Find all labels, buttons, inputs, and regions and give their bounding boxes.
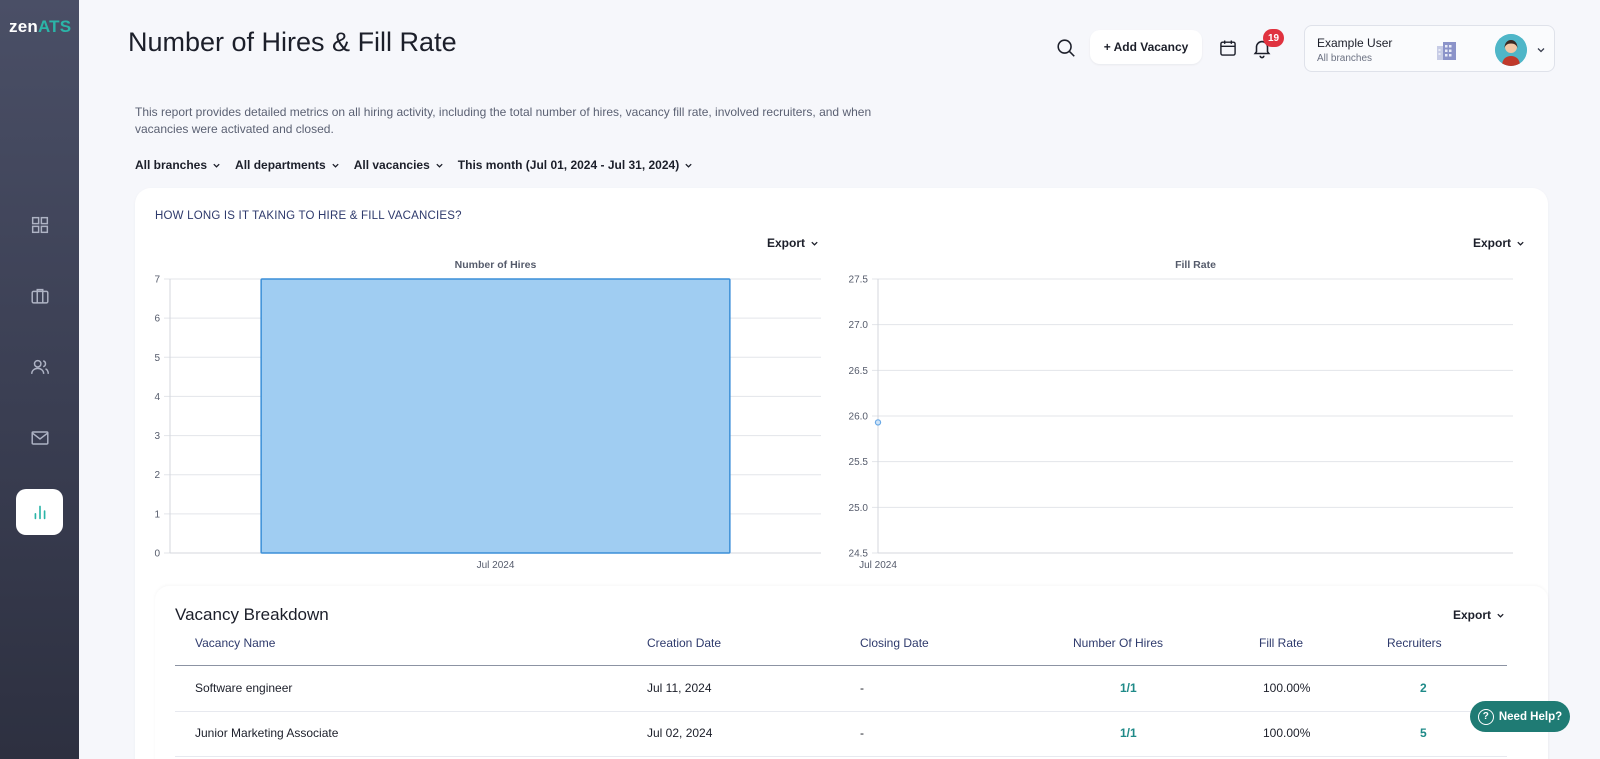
y-tick-label: 27.0 — [849, 320, 869, 331]
filter-bar: All branches All departments All vacanci… — [135, 158, 693, 172]
column-recruiters[interactable]: Recruiters — [1387, 636, 1442, 650]
chevron-down-icon — [811, 241, 818, 246]
y-tick-label: 4 — [154, 392, 160, 403]
bar-chart-icon — [34, 505, 45, 520]
y-tick-label: 24.5 — [849, 549, 869, 560]
y-tick-label: 26.5 — [849, 366, 869, 377]
data-point — [874, 419, 882, 426]
card-question: HOW LONG IS IT TAKING TO HIRE & FILL VAC… — [155, 210, 462, 222]
y-tick-label: 26.0 — [849, 412, 869, 423]
chevron-down-icon — [1497, 613, 1504, 618]
sidebar-item-dashboard[interactable] — [16, 202, 63, 248]
breakdown-title: Vacancy Breakdown — [175, 605, 329, 624]
creation-date: Jul 11, 2024 — [647, 681, 712, 695]
table-header: Vacancy Name Creation Date Closing Date … — [175, 636, 1507, 666]
calendar-icon[interactable] — [1218, 38, 1238, 58]
table-row[interactable]: Software engineer Jul 11, 2024 - 1/1 100… — [175, 667, 1507, 712]
vacancy-name[interactable]: Software engineer — [195, 681, 292, 695]
sidebar-item-reports[interactable] — [16, 489, 63, 535]
search-icon[interactable] — [1055, 37, 1077, 59]
chevron-down-icon — [213, 163, 220, 168]
export-fill-rate-button[interactable]: Export — [1473, 236, 1525, 250]
table-row[interactable]: Junior Marketing Associate Jul 02, 2024 … — [175, 712, 1507, 757]
chevron-down-icon — [332, 163, 339, 168]
page-title: Number of Hires & Fill Rate — [128, 27, 457, 57]
chevron-down-icon — [1537, 48, 1545, 53]
creation-date: Jul 02, 2024 — [647, 726, 713, 740]
column-vacancy-name[interactable]: Vacancy Name — [195, 636, 275, 650]
y-tick-label: 5 — [154, 353, 160, 364]
sidebar-item-candidates[interactable] — [16, 344, 63, 390]
fill-rate-value: 100.00% — [1263, 726, 1311, 740]
filter-branches[interactable]: All branches — [135, 158, 221, 172]
report-description: This report provides detailed metrics on… — [135, 105, 872, 136]
add-vacancy-button[interactable]: + Add Vacancy — [1090, 30, 1202, 64]
recruiters-link[interactable]: 2 — [1420, 681, 1427, 695]
column-fill-rate[interactable]: Fill Rate — [1259, 636, 1303, 650]
fill-rate-line-chart: Fill Rate 24.5 25.0 25.5 26.0 26.5 27.0 27.5 Jul… — [849, 259, 1513, 571]
y-tick-label: 6 — [154, 314, 160, 325]
export-breakdown-button[interactable]: Export — [1453, 608, 1505, 622]
chevron-down-icon — [685, 163, 692, 168]
x-tick-label: Jul 2024 — [859, 560, 897, 571]
export-hires-button[interactable]: Export — [767, 236, 819, 250]
y-tick-label: 25.0 — [849, 503, 869, 514]
app-logo[interactable]: zenATS — [9, 17, 71, 37]
recruiters-link[interactable]: 5 — [1420, 726, 1427, 740]
hires-link[interactable]: 1/1 — [1120, 726, 1137, 740]
sidebar-item-vacancies[interactable] — [16, 273, 63, 319]
x-tick-label: Jul 2024 — [477, 560, 515, 571]
sidebar-item-messages[interactable] — [16, 415, 63, 461]
hires-link[interactable]: 1/1 — [1120, 681, 1137, 695]
filter-vacancies[interactable]: All vacancies — [354, 158, 444, 172]
users-icon — [30, 359, 49, 374]
briefcase-icon — [30, 288, 49, 304]
closing-date: - — [860, 681, 864, 695]
y-tick-label: 7 — [154, 275, 160, 286]
vacancy-name[interactable]: Junior Marketing Associate — [195, 726, 338, 740]
y-tick-label: 25.5 — [849, 457, 869, 468]
user-scope: All branches — [1317, 53, 1373, 64]
building-icon — [1437, 42, 1456, 60]
column-creation-date[interactable]: Creation Date — [647, 636, 721, 650]
column-number-of-hires[interactable]: Number Of Hires — [1073, 636, 1163, 650]
filter-departments[interactable]: All departments — [235, 158, 340, 172]
user-menu[interactable]: Example User All branches — [1304, 25, 1555, 72]
user-name: Example User — [1317, 36, 1393, 50]
column-closing-date[interactable]: Closing Date — [860, 636, 929, 650]
need-help-button[interactable]: ? Need Help? — [1470, 701, 1570, 732]
avatar — [1495, 34, 1527, 66]
help-icon: ? — [1477, 708, 1494, 725]
y-tick-label: 1 — [154, 509, 160, 520]
notification-badge: 19 — [1263, 29, 1284, 47]
filter-date-range[interactable]: This month (Jul 01, 2024 - Jul 31, 2024) — [458, 158, 693, 172]
bar — [260, 278, 731, 554]
vacancy-breakdown: Vacancy Breakdown Export Vacancy Name Cr… — [155, 586, 1548, 759]
fill-rate-value: 100.00% — [1263, 681, 1311, 695]
y-tick-label: 3 — [154, 431, 160, 442]
closing-date: - — [860, 726, 864, 740]
dashboard-icon — [31, 216, 48, 234]
chevron-down-icon — [436, 163, 443, 168]
chart-title: Number of Hires — [455, 259, 537, 271]
chart-title: Fill Rate — [1175, 259, 1216, 271]
y-tick-label: 27.5 — [849, 275, 869, 286]
sidebar: zenATS — [0, 0, 79, 759]
y-tick-label: 2 — [154, 470, 160, 481]
chevron-down-icon — [1517, 241, 1524, 246]
mail-icon — [30, 431, 49, 445]
hires-bar-chart: Number of Hires 0 1 2 3 4 5 6 7 Jul 2024 — [154, 259, 821, 571]
y-tick-label: 0 — [154, 549, 160, 560]
